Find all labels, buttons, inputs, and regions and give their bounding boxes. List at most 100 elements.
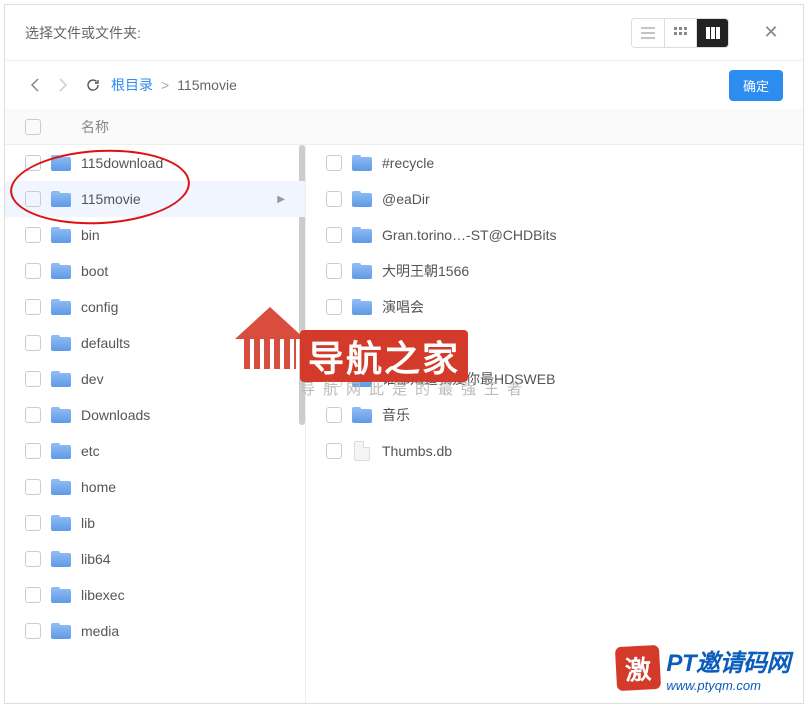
- row-checkbox[interactable]: [326, 335, 342, 351]
- row-label: 电影: [382, 333, 783, 353]
- view-list-button[interactable]: [632, 19, 664, 47]
- right-row-3[interactable]: 大明王朝1566: [306, 253, 803, 289]
- nav-forward-button[interactable]: [53, 75, 73, 95]
- row-label: media: [81, 623, 285, 639]
- left-column: 115download 115movie▶binbootconfigdefault…: [5, 145, 305, 703]
- row-checkbox[interactable]: [25, 335, 41, 351]
- view-columns-button[interactable]: [696, 19, 728, 47]
- close-button[interactable]: ✕: [759, 21, 783, 45]
- refresh-button[interactable]: [85, 77, 101, 93]
- folder-icon: [51, 515, 71, 531]
- row-checkbox[interactable]: [25, 191, 41, 207]
- row-label: #recycle: [382, 155, 783, 171]
- folder-icon: [51, 443, 71, 459]
- folder-icon: [352, 371, 372, 387]
- row-label: lib: [81, 515, 285, 531]
- row-label: 115download: [81, 155, 285, 171]
- row-label: 音乐: [382, 405, 783, 425]
- row-checkbox[interactable]: [326, 371, 342, 387]
- row-checkbox[interactable]: [25, 371, 41, 387]
- file-picker-dialog: 选择文件或文件夹: ✕ 根目录 > 115mov: [4, 4, 804, 704]
- left-row-6[interactable]: dev: [5, 361, 305, 397]
- folder-icon: [51, 299, 71, 315]
- column-name-header: 名称: [81, 117, 109, 137]
- select-all-checkbox[interactable]: [25, 119, 41, 135]
- left-row-11[interactable]: lib64: [5, 541, 305, 577]
- left-row-5[interactable]: defaults: [5, 325, 305, 361]
- row-label: Downloads: [81, 407, 285, 423]
- row-checkbox[interactable]: [25, 263, 41, 279]
- row-checkbox[interactable]: [25, 551, 41, 567]
- right-row-0[interactable]: #recycle: [306, 145, 803, 181]
- row-checkbox[interactable]: [25, 623, 41, 639]
- row-label: etc: [81, 443, 285, 459]
- left-row-3[interactable]: boot: [5, 253, 305, 289]
- close-icon: ✕: [763, 22, 778, 43]
- row-checkbox[interactable]: [326, 155, 342, 171]
- left-row-2[interactable]: bin: [5, 217, 305, 253]
- right-row-5[interactable]: 电影: [306, 325, 803, 361]
- row-checkbox[interactable]: [25, 479, 41, 495]
- chevron-left-icon: [30, 78, 40, 92]
- right-row-7[interactable]: 音乐: [306, 397, 803, 433]
- folder-icon: [51, 587, 71, 603]
- nav-back-button[interactable]: [25, 75, 45, 95]
- row-label: home: [81, 479, 285, 495]
- confirm-button[interactable]: 确定: [729, 70, 783, 101]
- left-row-9[interactable]: home: [5, 469, 305, 505]
- folder-icon: [51, 551, 71, 567]
- breadcrumb-separator: >: [161, 77, 169, 93]
- right-row-2[interactable]: Gran.torino…-ST@CHDBits: [306, 217, 803, 253]
- row-checkbox[interactable]: [326, 263, 342, 279]
- row-checkbox[interactable]: [25, 443, 41, 459]
- column-header-row: 名称: [5, 109, 803, 145]
- row-checkbox[interactable]: [326, 407, 342, 423]
- left-row-10[interactable]: lib: [5, 505, 305, 541]
- row-checkbox[interactable]: [25, 587, 41, 603]
- view-grid-button[interactable]: [664, 19, 696, 47]
- folder-icon: [51, 191, 71, 207]
- row-checkbox[interactable]: [326, 227, 342, 243]
- left-row-13[interactable]: media: [5, 613, 305, 649]
- folder-icon: [352, 407, 372, 423]
- row-checkbox[interactable]: [326, 191, 342, 207]
- folder-icon: [51, 371, 71, 387]
- left-row-8[interactable]: etc: [5, 433, 305, 469]
- left-row-0[interactable]: 115download: [5, 145, 305, 181]
- row-checkbox[interactable]: [25, 515, 41, 531]
- row-label: 演唱会: [382, 297, 783, 317]
- row-checkbox[interactable]: [25, 407, 41, 423]
- row-label: 115movie: [81, 191, 271, 207]
- right-row-4[interactable]: 演唱会: [306, 289, 803, 325]
- left-row-1[interactable]: 115movie▶: [5, 181, 305, 217]
- row-label: Gran.torino…-ST@CHDBits: [382, 227, 783, 243]
- folder-icon: [352, 299, 372, 315]
- right-row-8[interactable]: Thumbs.db: [306, 433, 803, 469]
- folder-icon: [51, 407, 71, 423]
- left-row-12[interactable]: libexec: [5, 577, 305, 613]
- left-row-7[interactable]: Downloads: [5, 397, 305, 433]
- row-checkbox[interactable]: [25, 227, 41, 243]
- content-area: 115download 115movie▶binbootconfigdefault…: [5, 145, 803, 703]
- folder-icon: [51, 227, 71, 243]
- row-label: 大明王朝1566: [382, 261, 783, 281]
- row-checkbox[interactable]: [25, 155, 41, 171]
- chevron-right-icon: [58, 78, 68, 92]
- right-row-1[interactable]: @eaDir: [306, 181, 803, 217]
- folder-icon: [51, 335, 71, 351]
- folder-icon: [352, 155, 372, 171]
- file-icon: [354, 441, 370, 461]
- view-toggle-group: [631, 18, 729, 48]
- row-checkbox[interactable]: [326, 443, 342, 459]
- folder-icon: [352, 263, 372, 279]
- breadcrumb-root[interactable]: 根目录: [111, 75, 153, 95]
- row-checkbox[interactable]: [25, 299, 41, 315]
- right-row-6[interactable]: 谁都知道我爱你最HDSWEB: [306, 361, 803, 397]
- left-row-4[interactable]: config: [5, 289, 305, 325]
- breadcrumb: 根目录 > 115movie: [111, 75, 729, 95]
- right-column: #recycle @eaDir Gran.torino…-ST@CHDBits 大明王…: [305, 145, 803, 703]
- toolbar: 根目录 > 115movie 确定: [5, 61, 803, 109]
- row-checkbox[interactable]: [326, 299, 342, 315]
- folder-icon: [51, 155, 71, 171]
- folder-icon: [352, 227, 372, 243]
